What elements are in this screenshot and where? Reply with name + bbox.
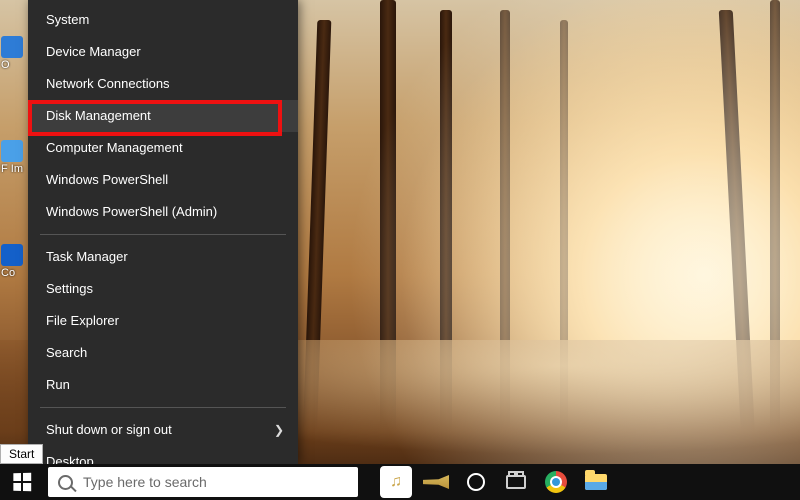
desktop-icon-glyph (1, 244, 23, 266)
windows-logo-icon (13, 473, 31, 492)
task-view-icon (506, 475, 526, 489)
taskbar-app-trumpet[interactable] (416, 464, 456, 500)
file-explorer-icon (585, 474, 607, 490)
winx-item-label: Computer Management (46, 140, 183, 155)
winx-item-search[interactable]: Search (28, 337, 298, 369)
task-view-button[interactable] (496, 464, 536, 500)
cortana-button[interactable] (456, 464, 496, 500)
taskbar-app-chrome[interactable] (536, 464, 576, 500)
menu-separator (40, 234, 286, 235)
winx-item-devmgr[interactable]: Device Manager (28, 36, 298, 68)
desktop-icon-label: O (1, 59, 24, 71)
winx-item-label: Network Connections (46, 76, 170, 91)
desktop-icon-glyph (1, 36, 23, 58)
winx-item-taskmgr[interactable]: Task Manager (28, 241, 298, 273)
taskbar: Type here to search (0, 464, 800, 500)
winx-item-label: File Explorer (46, 313, 119, 328)
desktop-icon-label: F Im (1, 163, 24, 175)
taskbar-app-music[interactable] (376, 464, 416, 500)
desktop-icon[interactable]: F Im (0, 138, 24, 192)
winx-item-label: Search (46, 345, 87, 360)
winx-menu: System Device Manager Network Connections D… (28, 0, 298, 464)
search-placeholder: Type here to search (83, 474, 207, 490)
winx-item-netconn[interactable]: Network Connections (28, 68, 298, 100)
start-button[interactable] (0, 464, 44, 500)
winx-item-compmgmt[interactable]: Computer Management (28, 132, 298, 164)
taskbar-search-box[interactable]: Type here to search (48, 467, 358, 497)
winx-item-label: Shut down or sign out (46, 422, 172, 437)
music-note-icon (380, 466, 412, 498)
chrome-icon (545, 471, 567, 493)
winx-item-settings[interactable]: Settings (28, 273, 298, 305)
search-icon (58, 475, 73, 490)
taskbar-app-file-explorer[interactable] (576, 464, 616, 500)
winx-item-shutdown[interactable]: Shut down or sign out ❯ (28, 414, 298, 446)
winx-item-label: Task Manager (46, 249, 128, 264)
winx-item-label: Windows PowerShell (Admin) (46, 204, 217, 219)
cortana-ring-icon (467, 473, 485, 491)
start-tooltip: Start (0, 444, 43, 464)
winx-item-label: Settings (46, 281, 93, 296)
winx-item-explorer[interactable]: File Explorer (28, 305, 298, 337)
winx-item-pshadmin[interactable]: Windows PowerShell (Admin) (28, 196, 298, 228)
winx-item-system[interactable]: System (28, 4, 298, 36)
desktop-icon-label: Co (1, 267, 24, 279)
winx-item-label: Run (46, 377, 70, 392)
winx-item-label: Windows PowerShell (46, 172, 168, 187)
menu-separator (40, 407, 286, 408)
winx-item-label: System (46, 12, 89, 27)
desktop-icon[interactable]: Co (0, 242, 24, 296)
winx-item-psh[interactable]: Windows PowerShell (28, 164, 298, 196)
chevron-right-icon: ❯ (274, 414, 284, 446)
winx-item-diskmgmt[interactable]: Disk Management (28, 100, 298, 132)
trumpet-icon (423, 475, 449, 489)
winx-item-label: Device Manager (46, 44, 141, 59)
winx-item-run[interactable]: Run (28, 369, 298, 401)
winx-item-label: Disk Management (46, 108, 151, 123)
desktop-icon-glyph (1, 140, 23, 162)
desktop-icon[interactable]: O (0, 34, 24, 88)
